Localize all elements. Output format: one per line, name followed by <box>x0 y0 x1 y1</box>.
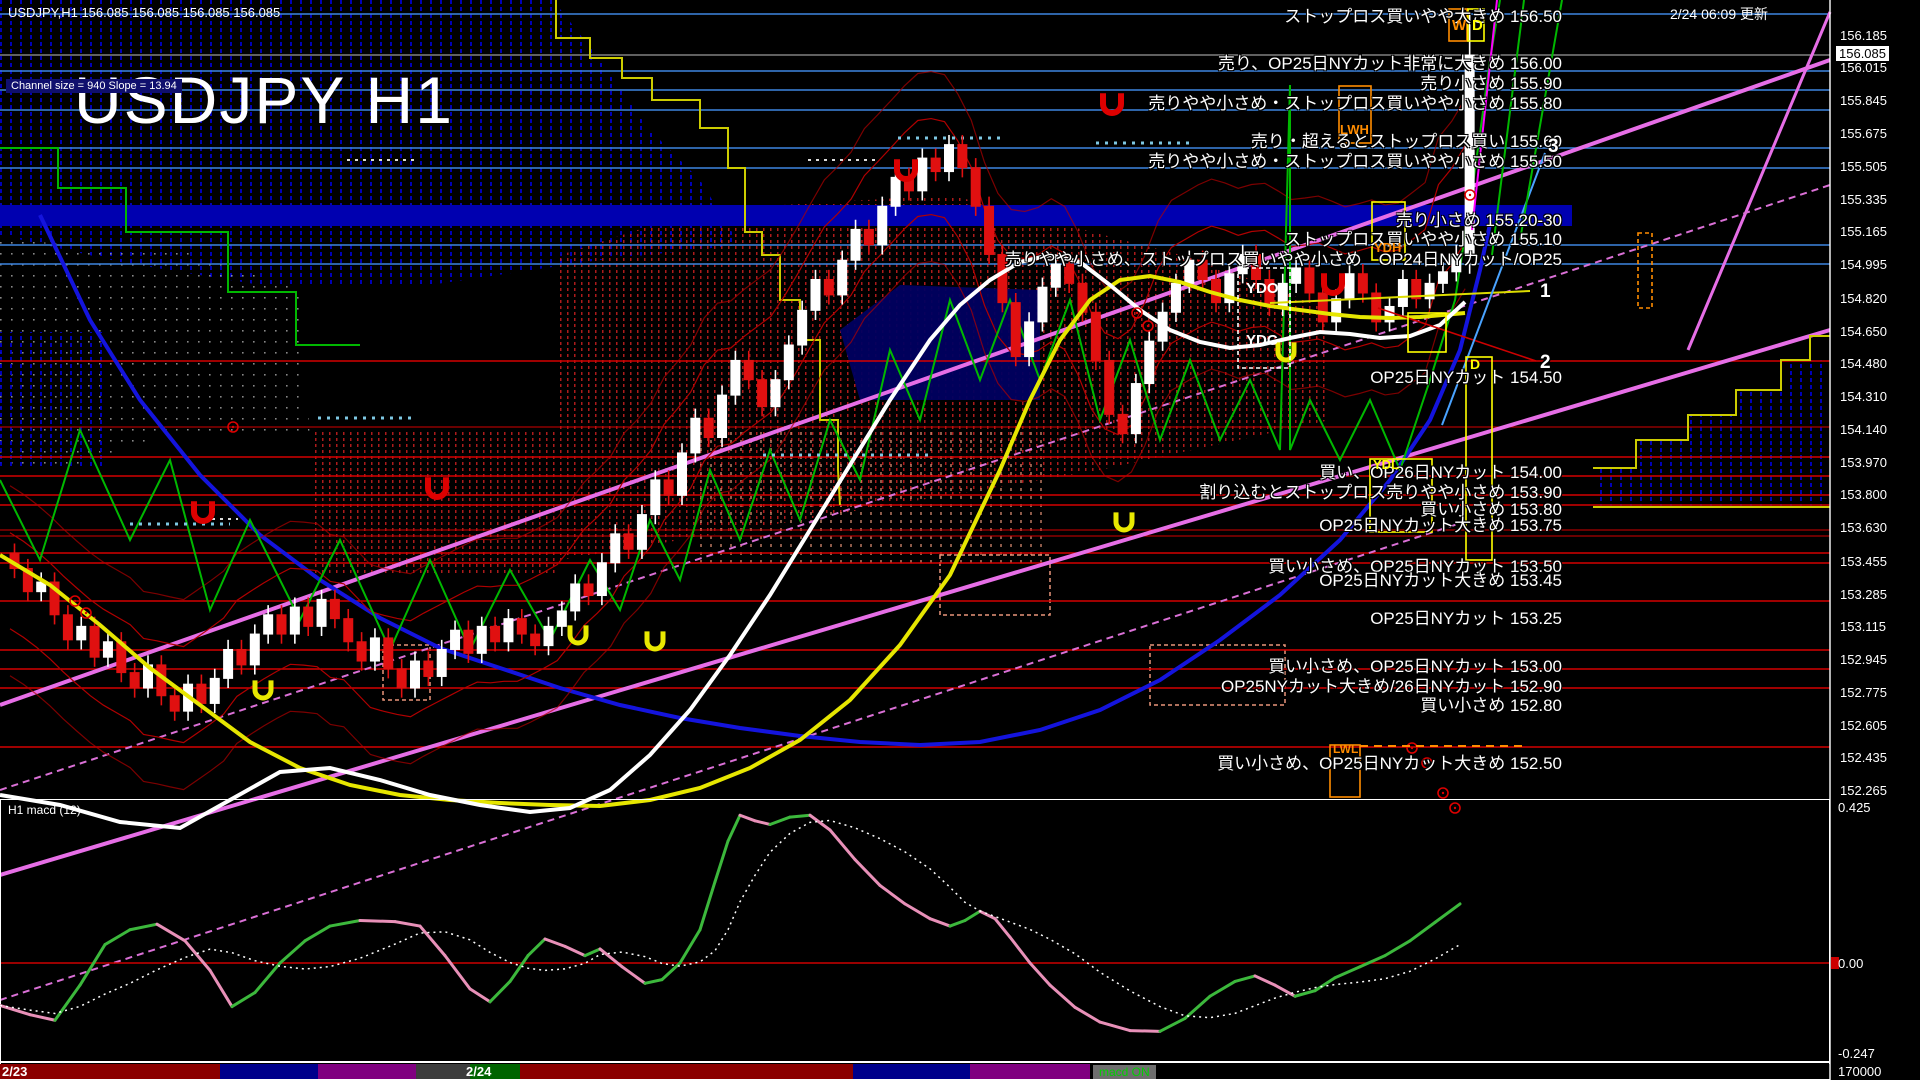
price-tick: 156.015 <box>1840 60 1887 75</box>
price-tick: 153.285 <box>1840 587 1887 602</box>
price-tick: 153.630 <box>1840 520 1887 535</box>
price-tick: 154.650 <box>1840 324 1887 339</box>
reference-box-label: LWL <box>1333 742 1358 756</box>
watermark-title: USDJPY H1 <box>74 62 454 138</box>
level-annotation: 買い小さめ、OP25日NYカット大きめ 152.50 <box>1217 749 1562 774</box>
price-tick: 156.185 <box>1840 28 1887 43</box>
price-tick: 153.970 <box>1840 455 1887 470</box>
price-tick: 155.845 <box>1840 93 1887 108</box>
level-annotation: OP25日NYカット大きめ 153.45 <box>1319 566 1562 591</box>
price-tick: 153.800 <box>1840 487 1887 502</box>
reference-box-label: YDC <box>1246 332 1278 349</box>
channel-info-chip: Channel size = 940 Slope = 13.94 <box>6 79 182 93</box>
price-tick: 152.435 <box>1840 750 1887 765</box>
projection-endpoint-number: 2 <box>1540 352 1551 374</box>
price-tick: 154.140 <box>1840 422 1887 437</box>
chart-canvas[interactable] <box>0 0 1920 1080</box>
level-annotation: OP25日NYカット 154.50 <box>1370 363 1562 388</box>
projection-endpoint-number: 3 <box>1548 136 1559 158</box>
chart-window: USDJPY H1 USDJPY,H1 156.085 156.085 156.… <box>0 0 1920 1080</box>
reference-box-label: YDO <box>1246 280 1279 297</box>
price-tick: 154.480 <box>1840 356 1887 371</box>
macd-tick: 0.00 <box>1838 956 1863 971</box>
level-annotation: OP25日NYカット大きめ 153.75 <box>1319 511 1562 536</box>
reference-box-label: D <box>1472 17 1483 34</box>
price-tick: 152.605 <box>1840 718 1887 733</box>
price-tick: 152.265 <box>1840 783 1887 798</box>
price-tick: 155.165 <box>1840 224 1887 239</box>
level-annotation: OP25日NYカット 153.25 <box>1370 604 1562 629</box>
price-tick: 154.995 <box>1840 257 1887 272</box>
update-time: 2/24 06:09 更新 <box>1670 4 1768 24</box>
reference-box-label: W <box>1452 17 1466 34</box>
price-tick: 155.675 <box>1840 126 1887 141</box>
price-tick: 153.115 <box>1840 619 1886 634</box>
reference-box-label: D <box>1470 356 1480 372</box>
volume-axis-label: 170000 <box>1838 1064 1881 1079</box>
level-annotation: ストップロス買いやや大きめ 156.50 <box>1284 2 1562 27</box>
level-annotation: 売りやや小さめ・ストップロス買いやや小さめ 155.50 <box>1148 147 1562 172</box>
price-tick: 155.335 <box>1840 192 1887 207</box>
reference-box-label: YDH <box>1374 240 1401 255</box>
price-tick: 155.505 <box>1840 159 1887 174</box>
current-price-tick: 156.085 <box>1836 46 1889 61</box>
reference-box-label: YDL <box>1373 457 1399 472</box>
price-tick: 154.310 <box>1840 389 1887 404</box>
time-label: 2/24 <box>466 1064 491 1079</box>
macd-tick: -0.247 <box>1838 1046 1875 1061</box>
time-label: 2/23 <box>2 1064 27 1079</box>
level-annotation: 売りやや小さめ、ストップロス買いやや小さめ OP24日NYカット/OP25 <box>1005 245 1562 270</box>
level-annotation: 売りやや小さめ・ストップロス買いやや小さめ 155.80 <box>1148 89 1562 114</box>
symbol-quote-line: USDJPY,H1 156.085 156.085 156.085 156.08… <box>8 5 280 20</box>
macd-on-badge[interactable]: macd ON <box>1093 1065 1156 1079</box>
price-tick: 152.775 <box>1840 685 1887 700</box>
reference-box-label: LWH <box>1340 122 1369 137</box>
macd-indicator-label: H1 macd (12) <box>8 803 81 817</box>
price-tick: 154.820 <box>1840 291 1887 306</box>
level-annotation: 買い小さめ 152.80 <box>1420 691 1562 716</box>
price-tick: 152.945 <box>1840 652 1887 667</box>
price-tick: 153.455 <box>1840 554 1887 569</box>
macd-tick: 0.425 <box>1838 800 1871 815</box>
projection-endpoint-number: 1 <box>1540 281 1551 303</box>
